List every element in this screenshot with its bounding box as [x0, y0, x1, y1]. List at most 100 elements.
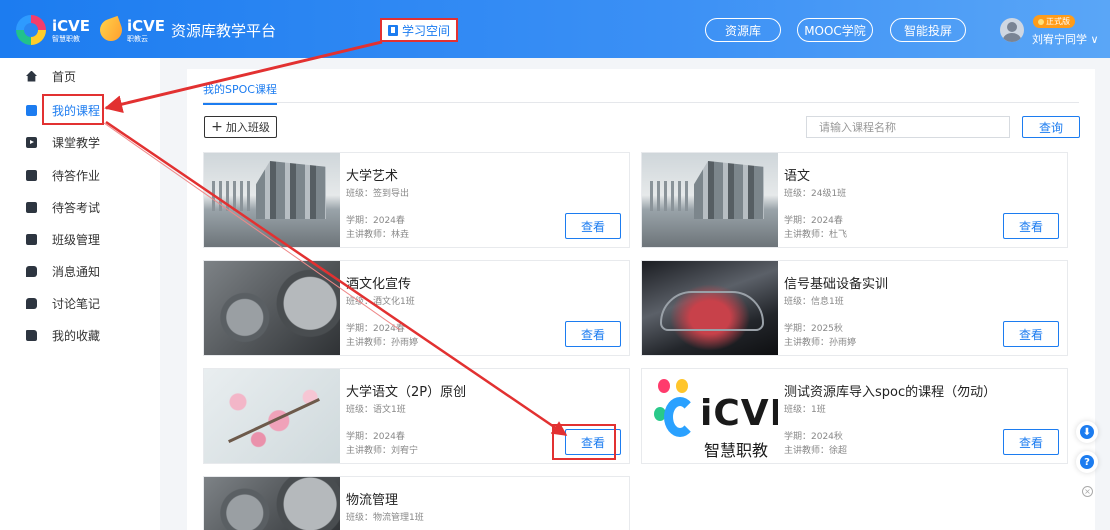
sidebar-item-exam[interactable]: 待答考试 — [26, 197, 100, 217]
play-icon — [26, 136, 37, 148]
sidebar-item-label: 课堂教学 — [52, 135, 101, 150]
course-term: 学期：2024春 — [784, 216, 843, 226]
course-title[interactable]: 语文 — [784, 165, 810, 184]
platform-name: 资源库教学平台 — [171, 21, 277, 40]
view-button[interactable]: 查看 — [1003, 429, 1059, 455]
course-title[interactable]: 测试资源库导入spoc的课程（勿动） — [784, 381, 996, 400]
homework-icon — [26, 169, 37, 181]
course-class: 班级：信息1班 — [784, 297, 844, 307]
course-card[interactable]: 物流管理 班级：物流管理1班 — [203, 476, 630, 530]
user-menu[interactable]: 刘宥宁同学 ∨ — [1032, 31, 1099, 47]
icve-logo-icon — [16, 15, 46, 45]
view-button[interactable]: 查看 — [565, 321, 621, 347]
mooc-button[interactable]: MOOC学院 — [797, 18, 873, 42]
zhijiaoyun-logo-icon — [96, 15, 126, 45]
sidebar-item-homework[interactable]: 待答作业 — [26, 165, 100, 185]
course-teacher: 主讲教师：刘宥宁 — [346, 446, 419, 456]
course-card[interactable]: 大学艺术 班级：签到导出 学期：2024春 主讲教师：林垚 查看 — [203, 152, 630, 248]
logo-group[interactable]: iCVE 智慧职教 iCVE 职教云 资源库教学平台 — [16, 14, 276, 46]
course-title[interactable]: 信号基础设备实训 — [784, 273, 888, 292]
sidebar-item-label: 我的收藏 — [52, 328, 101, 343]
view-button[interactable]: 查看 — [1003, 321, 1059, 347]
course-term: 学期：2024春 — [346, 324, 405, 334]
join-class-button[interactable]: + 加入班级 — [204, 116, 277, 138]
course-class: 班级：签到导出 — [346, 189, 410, 199]
course-thumbnail[interactable] — [642, 261, 778, 355]
logo-brand: iCVE — [52, 17, 91, 35]
course-term: 学期：2024春 — [346, 216, 405, 226]
sidebar-item-classroom[interactable]: 课堂教学 — [26, 132, 100, 152]
course-title[interactable]: 大学语文（2P）原创 — [346, 381, 466, 400]
course-thumbnail[interactable] — [204, 369, 340, 463]
sidebar-item-label: 待答考试 — [52, 200, 101, 215]
course-thumbnail[interactable] — [204, 261, 340, 355]
sidebar-item-label: 待答作业 — [52, 168, 101, 183]
smart-screen-button[interactable]: 智能投屏 — [890, 18, 966, 42]
message-icon — [26, 265, 37, 277]
version-badge: 正式版 — [1033, 15, 1075, 28]
favorite-icon — [26, 329, 37, 341]
course-icon — [26, 104, 37, 116]
search-button[interactable]: 查询 — [1022, 116, 1080, 138]
course-title[interactable]: 物流管理 — [346, 489, 398, 508]
view-button[interactable]: 查看 — [565, 213, 621, 239]
sidebar-item-label: 班级管理 — [52, 232, 101, 247]
sidebar-item-messages[interactable]: 消息通知 — [26, 261, 100, 281]
course-term: 学期：2024春 — [346, 432, 405, 442]
course-term: 学期：2025秋 — [784, 324, 843, 334]
join-class-label: 加入班级 — [225, 121, 270, 134]
course-thumbnail[interactable]: iCVE 智慧职教 — [642, 369, 778, 463]
logo2-brand: iCVE — [127, 17, 166, 35]
course-teacher: 主讲教师：徐超 — [784, 446, 848, 456]
course-card[interactable]: 语文 班级：24级1班 学期：2024春 主讲教师：杜飞 查看 — [641, 152, 1068, 248]
course-search-input[interactable] — [806, 116, 1010, 138]
exam-icon — [26, 201, 37, 213]
badge-dot-icon — [1038, 18, 1044, 25]
view-button[interactable]: 查看 — [1003, 213, 1059, 239]
notes-icon — [26, 297, 37, 309]
close-icon[interactable]: × — [1082, 486, 1093, 497]
download-button[interactable]: ⬇ — [1076, 421, 1098, 443]
course-card[interactable]: 信号基础设备实训 班级：信息1班 学期：2025秋 主讲教师：孙雨婷 查看 — [641, 260, 1068, 356]
course-teacher: 主讲教师：孙雨婷 — [784, 338, 857, 348]
book-icon — [387, 24, 398, 36]
sidebar-item-favorites[interactable]: 我的收藏 — [26, 325, 100, 345]
course-teacher: 主讲教师：杜飞 — [784, 230, 848, 240]
course-title[interactable]: 酒文化宣传 — [346, 273, 411, 292]
thumb-brand-cn: 智慧职教 — [704, 441, 769, 460]
logo-sub: 智慧职教 — [52, 35, 80, 43]
course-thumbnail[interactable] — [642, 153, 778, 247]
sidebar-item-label: 消息通知 — [52, 264, 101, 279]
badge-label: 正式版 — [1046, 17, 1070, 26]
main-panel: 我的SPOC课程 + 加入班级 查询 大学艺术 班级：签到导出 学期：2024春… — [187, 69, 1095, 530]
study-space-label: 学习空间 — [401, 23, 450, 38]
course-class: 班级：语文1班 — [346, 405, 406, 415]
course-card[interactable]: 酒文化宣传 班级：酒文化1班 学期：2024春 主讲教师：孙雨婷 查看 — [203, 260, 630, 356]
resources-button[interactable]: 资源库 — [705, 18, 781, 42]
thumb-brand: iCVE — [700, 393, 778, 434]
course-class: 班级：酒文化1班 — [346, 297, 415, 307]
top-header: iCVE 智慧职教 iCVE 职教云 资源库教学平台 学习空间 资源库 MOOC… — [0, 0, 1110, 58]
download-icon: ⬇ — [1080, 425, 1094, 439]
class-icon — [26, 233, 37, 245]
course-term: 学期：2024秋 — [784, 432, 843, 442]
course-card[interactable]: iCVE 智慧职教 测试资源库导入spoc的课程（勿动） 班级：1班 学期：20… — [641, 368, 1068, 464]
home-icon — [26, 70, 37, 82]
avatar[interactable] — [1000, 18, 1024, 42]
course-teacher: 主讲教师：林垚 — [346, 230, 410, 240]
course-title[interactable]: 大学艺术 — [346, 165, 398, 184]
icve-logo-text: iCVE 智慧职教 — [52, 16, 90, 44]
sidebar-item-notes[interactable]: 讨论笔记 — [26, 293, 100, 313]
course-class: 班级：24级1班 — [784, 189, 847, 199]
course-class: 班级：物流管理1班 — [346, 513, 424, 523]
course-teacher: 主讲教师：孙雨婷 — [346, 338, 419, 348]
icve-logo-icon — [654, 379, 696, 443]
sidebar-item-class-management[interactable]: 班级管理 — [26, 229, 100, 249]
study-space-button[interactable]: 学习空间 — [380, 18, 458, 42]
course-thumbnail[interactable] — [204, 153, 340, 247]
sidebar-item-home[interactable]: 首页 — [26, 66, 76, 86]
course-class: 班级：1班 — [784, 405, 826, 415]
course-thumbnail[interactable] — [204, 477, 340, 530]
help-button[interactable]: ? — [1076, 451, 1098, 473]
username: 刘宥宁同学 — [1032, 33, 1087, 46]
